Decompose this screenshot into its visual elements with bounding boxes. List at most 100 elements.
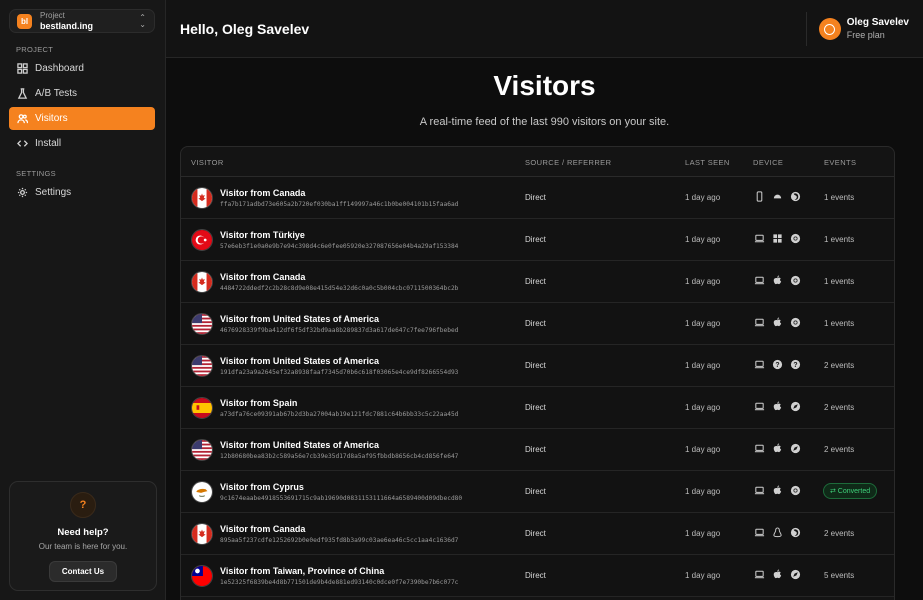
project-switcher[interactable]: bl Project bestland.ing ⌃ ⌄ (9, 9, 155, 33)
table-row[interactable]: Visitor from Cyprus 9c1674eaabe4918553691… (181, 471, 894, 513)
source-referrer: Direct (525, 193, 546, 202)
table-row[interactable]: Visitor from Canada ffa7b171adbd73e605a2b… (181, 177, 894, 219)
device-icons (753, 274, 807, 286)
contact-us-button[interactable]: Contact Us (48, 561, 118, 582)
apple-icon (771, 400, 783, 412)
sidebar-item-settings[interactable]: Settings (9, 181, 155, 204)
main-content: Hello, Oleg Savelev Oleg Savelev Free pl… (166, 0, 923, 600)
canada-flag-icon (191, 523, 213, 545)
table-row[interactable]: Visitor from Taiwan, Province of China 1e… (181, 555, 894, 597)
device-icons (753, 568, 807, 580)
android-icon (771, 190, 783, 202)
device-icons (753, 526, 807, 538)
chrome-icon (789, 484, 801, 496)
sidebar-item-label: Settings (35, 187, 72, 198)
table-row[interactable]: Visitor from Türkiye 57e6eb3f1e0a0e9b7e94… (181, 219, 894, 261)
laptop-icon (753, 526, 765, 538)
visitor-name: Visitor from Canada (220, 524, 306, 534)
visitor-name: Visitor from Cyprus (220, 482, 304, 492)
last-seen: 1 day ago (685, 571, 721, 580)
help-title: Need help? (57, 527, 109, 538)
usa-flag-icon (191, 313, 213, 335)
sidebar-item-label: A/B Tests (35, 88, 78, 99)
gear-icon (17, 187, 28, 198)
device-icons: ?? (753, 358, 807, 370)
sidebar: bl Project bestland.ing ⌃ ⌄ PROJECT Dashb… (0, 0, 166, 600)
flask-icon (17, 88, 28, 99)
firefox-icon (789, 190, 801, 202)
last-seen: 1 day ago (685, 445, 721, 454)
laptop-icon (753, 400, 765, 412)
events-count: 2 events (824, 361, 855, 370)
source-referrer: Direct (525, 571, 546, 580)
top-bar: Hello, Oleg Savelev Oleg Savelev Free pl… (166, 0, 923, 58)
visitor-name: Visitor from Taiwan, Province of China (220, 566, 385, 576)
sidebar-item-install[interactable]: Install (9, 132, 155, 155)
table-row[interactable]: Visitor from Spain a73dfa76ce09391ab67b2d… (181, 387, 894, 429)
last-seen: 1 day ago (685, 319, 721, 328)
table-row[interactable]: Visitor from Canada 4484722ddedf2c2b28c8d… (181, 261, 894, 303)
events-count: 2 events (824, 445, 855, 454)
last-seen: 1 day ago (685, 277, 721, 286)
visitor-id: 57e6eb3f1e0a0e9b7e94c398d4c6e0fee05920e3… (220, 243, 459, 250)
visitor-name: Visitor from Canada (220, 272, 306, 282)
spain-flag-icon (191, 397, 213, 419)
table-row[interactable]: Visitor from United States of America 12b… (181, 429, 894, 471)
events-count: 5 events (824, 571, 855, 580)
sidebar-item-dashboard[interactable]: Dashboard (9, 57, 155, 80)
events-count: 2 events (824, 529, 855, 538)
apple-icon (771, 442, 783, 454)
visitor-name: Visitor from Canada (220, 188, 306, 198)
visitor-id: 4484722ddedf2c2b28c8d9e08e415d54e32d6c0a… (220, 285, 459, 292)
visitor-id: 9c1674eaabe4918553691715c9ab19690d083115… (220, 495, 463, 502)
last-seen: 1 day ago (685, 235, 721, 244)
users-icon (17, 114, 28, 124)
apple-icon (771, 316, 783, 328)
visitor-id: 191dfa23a9a2645ef32a8938faaf7345d70b6c61… (220, 369, 459, 376)
page-subtitle: A real-time feed of the last 990 visitor… (419, 116, 670, 128)
table-header: VISITOR SOURCE / REFERRER LAST SEEN DEVI… (181, 147, 894, 177)
section-settings-label: SETTINGS (16, 169, 56, 178)
safari-icon (789, 400, 801, 412)
laptop-icon (753, 484, 765, 496)
usa-flag-icon (191, 439, 213, 461)
converted-badge: ⇄ Converted (823, 483, 878, 499)
project-name: bestland.ing (40, 21, 94, 31)
last-seen: 1 day ago (685, 529, 721, 538)
device-icons (753, 316, 807, 328)
firefox-icon (789, 526, 801, 538)
source-referrer: Direct (525, 445, 546, 454)
chevron-updown-icon: ⌃ ⌄ (139, 13, 146, 29)
visitors-table: VISITOR SOURCE / REFERRER LAST SEEN DEVI… (180, 146, 895, 600)
column-header-visitor: VISITOR (191, 158, 224, 167)
laptop-icon (753, 274, 765, 286)
sidebar-item-visitors[interactable]: Visitors (9, 107, 155, 130)
apple-icon (771, 274, 783, 286)
source-referrer: Direct (525, 487, 546, 496)
table-row[interactable]: Visitor from United States of America 191… (181, 345, 894, 387)
canada-flag-icon (191, 271, 213, 293)
project-label: Project (40, 11, 65, 20)
visitor-name: Visitor from Türkiye (220, 230, 305, 240)
events-count: 1 events (824, 193, 855, 202)
greeting: Hello, Oleg Savelev (180, 20, 310, 37)
laptop-icon (753, 316, 765, 328)
device-icons (753, 232, 807, 244)
windows-icon (771, 232, 783, 244)
source-referrer: Direct (525, 277, 546, 286)
unknown-icon: ? (771, 358, 783, 370)
table-row[interactable]: Visitor from United States of America 467… (181, 303, 894, 345)
events-count: 1 events (824, 319, 855, 328)
visitor-id: 4676928339f9ba412df6f5df32bd9aa8b289837d… (220, 327, 459, 334)
section-project-label: PROJECT (16, 45, 54, 54)
visitor-name: Visitor from United States of America (220, 356, 380, 366)
visitor-id: 895aa5f237cdfe1252692b0e0edf935fd8b3a99c… (220, 537, 459, 544)
visitor-id: ffa7b171adbd73e605a2b720ef030ba1ff149997… (220, 201, 459, 208)
column-header-last-seen: LAST SEEN (685, 158, 730, 167)
table-row[interactable]: Visitor from Canada 895aa5f237cdfe1252692… (181, 513, 894, 555)
avatar (818, 18, 841, 40)
sidebar-item-ab-tests[interactable]: A/B Tests (9, 82, 155, 105)
safari-icon (789, 442, 801, 454)
user-menu[interactable]: Oleg Savelev Free plan (805, 12, 909, 46)
visitor-id: 12b80680bea83b2c589a56e7cb39e35d17d8a5af… (220, 453, 459, 460)
